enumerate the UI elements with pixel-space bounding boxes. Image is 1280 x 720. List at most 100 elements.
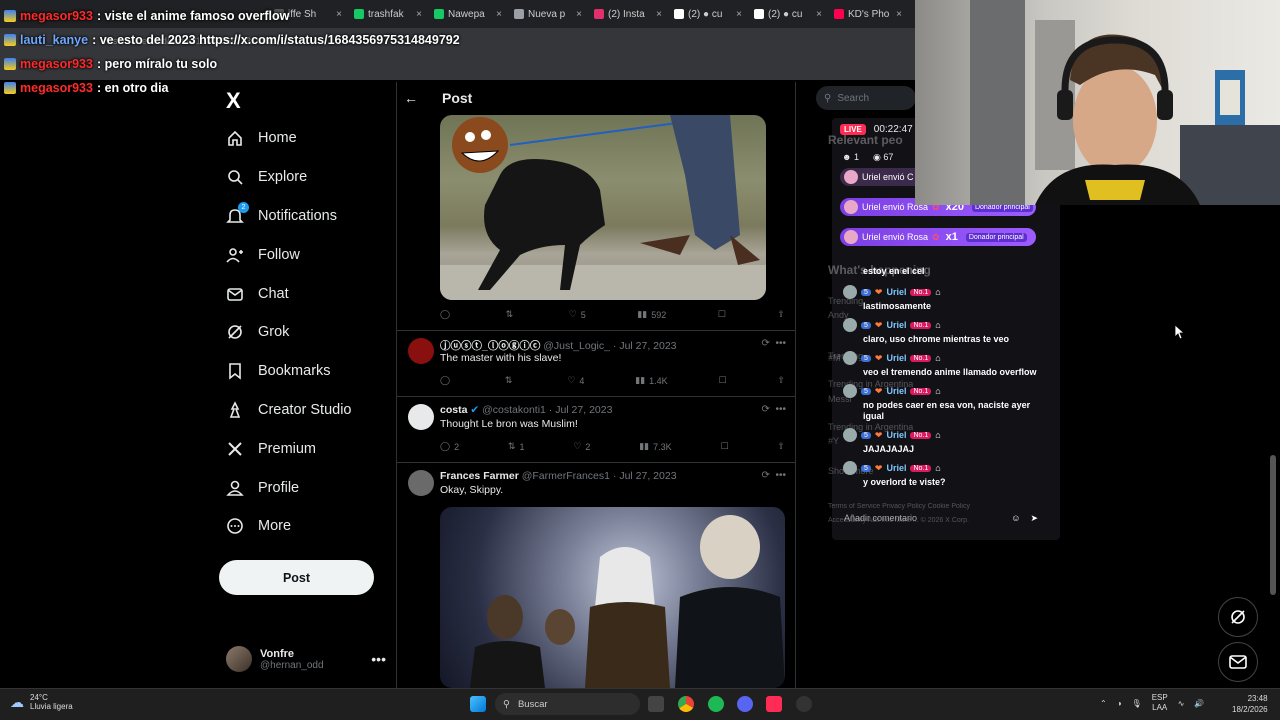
volume-icon[interactable]: 🔊	[1194, 699, 1204, 708]
nav-item-more[interactable]: More	[220, 507, 390, 546]
task-view-icon[interactable]	[648, 696, 664, 712]
tweet-header: costa ✔ @costakonti1 · Jul 27, 2023	[440, 404, 612, 416]
tiktok-icon[interactable]	[766, 696, 782, 712]
emoji-icon[interactable]: ☺	[1011, 513, 1020, 523]
tweet-author[interactable]: costa	[440, 404, 467, 416]
browser-tab[interactable]: KD's Pho ×	[828, 4, 908, 24]
bookmark-icon[interactable]: ☐	[719, 375, 727, 386]
nav-item-premium[interactable]: Premium	[220, 429, 390, 468]
comment-user[interactable]: Uriel	[886, 353, 906, 363]
repost-icon[interactable]: ⇅	[506, 309, 518, 320]
taskbar-search[interactable]: ⚲ Buscar	[495, 693, 640, 715]
add-comment-input[interactable]: Añadir comentario ☺ ➤	[838, 508, 1038, 528]
scrollbar[interactable]	[1270, 455, 1276, 595]
like-icon[interactable]: ♡ 5	[569, 309, 586, 320]
like-icon[interactable]: ♡ 4	[567, 375, 584, 386]
wifi-icon[interactable]: ∿	[1178, 699, 1185, 708]
nav-item-home[interactable]: Home	[220, 119, 390, 158]
avatar[interactable]	[408, 404, 434, 430]
chrome-icon[interactable]	[678, 696, 694, 712]
chevron-up-icon[interactable]: ⌃	[1100, 699, 1107, 708]
tweet-menu[interactable]: ⟳ •••	[762, 338, 786, 349]
nav-item-bookmarks[interactable]: Bookmarks	[220, 352, 390, 391]
views-icon[interactable]: ▮▮ 1.4K	[635, 375, 667, 386]
nav-label: More	[258, 518, 292, 535]
post-image-dog[interactable]	[440, 115, 766, 300]
tweet-handle[interactable]: @FarmerFrances1	[522, 470, 610, 482]
network-icon[interactable]: ◑	[1117, 699, 1122, 708]
nav-item-explore[interactable]: Explore	[220, 158, 390, 197]
share-icon[interactable]: ⇧	[777, 441, 785, 452]
reply-icon[interactable]: ◯ 2	[440, 441, 459, 452]
trend-line[interactable]: #M	[828, 353, 841, 363]
home-icon: ⌂	[935, 386, 941, 396]
comment-user[interactable]: Uriel	[886, 430, 906, 440]
browser-tab[interactable]: (2) ● cu ×	[748, 4, 828, 24]
rank-badge: No.1	[910, 387, 932, 395]
language-indicator[interactable]: ESP LAA	[1152, 693, 1168, 713]
tweet-handle[interactable]: @Just_Logic_	[543, 340, 610, 352]
grok-floating-button[interactable]	[1218, 597, 1258, 637]
nav-item-chat[interactable]: Chat	[220, 274, 390, 313]
x-logo[interactable]: X	[226, 88, 241, 114]
mic-icon[interactable]: 🎙	[1132, 699, 1142, 708]
share-icon[interactable]: ⇧	[777, 309, 785, 320]
views-icon[interactable]: ▮▮ 592	[637, 309, 666, 320]
bookmark-icon[interactable]: ☐	[720, 441, 728, 452]
tweet-date[interactable]: Jul 27, 2023	[619, 340, 676, 352]
reply-icon[interactable]: ◯	[440, 309, 454, 320]
tweet-menu[interactable]: ⟳ •••	[762, 470, 786, 481]
discord-icon[interactable]	[737, 696, 753, 712]
spotify-icon[interactable]	[708, 696, 724, 712]
windows-start-icon[interactable]	[470, 696, 486, 712]
tab-close-icon[interactable]: ×	[656, 9, 662, 20]
home-icon: ⌂	[935, 463, 941, 473]
post-image-meeting[interactable]	[440, 507, 785, 688]
like-icon[interactable]: ♡ 2	[573, 441, 590, 452]
nav-item-follow[interactable]: Follow	[220, 235, 390, 274]
tweet[interactable]: costa ✔ @costakonti1 · Jul 27, 2023 Thoug…	[406, 404, 790, 464]
messages-floating-button[interactable]	[1218, 642, 1258, 682]
post-actions: ◯ ⇅ ♡ 4 ▮▮ 1.4K ☐ ⇧	[440, 375, 785, 386]
repost-icon[interactable]: ⇅	[505, 375, 517, 386]
account-switcher[interactable]: Vonfre @hernan_odd •••	[226, 644, 386, 674]
chat-message: : viste el anime famoso overflow	[96, 9, 290, 23]
nav-item-profile[interactable]: Profile	[220, 468, 390, 507]
tweet-handle[interactable]: @costakonti1	[482, 404, 546, 416]
comment-user[interactable]: Uriel	[886, 287, 906, 297]
tab-close-icon[interactable]: ×	[816, 9, 822, 20]
nav-item-grok[interactable]: Grok	[220, 313, 390, 352]
back-arrow-icon[interactable]: ←	[404, 90, 418, 106]
repost-icon[interactable]: ⇅ 1	[508, 441, 525, 452]
comment-user[interactable]: Uriel	[886, 463, 906, 473]
tab-close-icon[interactable]: ×	[896, 9, 902, 20]
more-dots-icon[interactable]: •••	[371, 651, 386, 667]
tweet-menu[interactable]: ⟳ •••	[762, 404, 786, 415]
comment-user[interactable]: Uriel	[886, 386, 906, 396]
weather-widget[interactable]: ☁ 24°C Lluvia ligera	[10, 693, 73, 711]
app-icon[interactable]	[796, 696, 812, 712]
reply-icon[interactable]: ◯	[440, 375, 454, 386]
tweet-date[interactable]: Jul 27, 2023	[619, 470, 676, 482]
tweet-date[interactable]: Jul 27, 2023	[555, 404, 612, 416]
nav-item-notifications[interactable]: 2 Notifications	[220, 197, 390, 236]
nav-item-creator-studio[interactable]: Creator Studio	[220, 391, 390, 430]
avatar[interactable]	[408, 338, 434, 364]
send-icon[interactable]: ➤	[1030, 513, 1038, 524]
avatar	[226, 646, 252, 672]
tweet-author[interactable]: Frances Farmer	[440, 470, 519, 482]
views-icon[interactable]: ▮▮ 7.3K	[639, 441, 671, 452]
tweet-author[interactable]: ⓙⓤⓢⓣ_ⓛⓞⓖⓘⓒ	[440, 340, 540, 352]
browser-tab[interactable]: (2) ● cu ×	[668, 4, 748, 24]
avatar[interactable]	[408, 470, 434, 496]
share-icon[interactable]: ⇧	[777, 375, 785, 386]
comment-user[interactable]: Uriel	[886, 320, 906, 330]
search-input[interactable]: ⚲ Search	[816, 86, 916, 110]
tweet[interactable]: ⓙⓤⓢⓣ_ⓛⓞⓖⓘⓒ @Just_Logic_ · Jul 27, 2023 Th…	[406, 338, 790, 398]
post-button[interactable]: Post	[219, 560, 374, 595]
bookmark-icon[interactable]: ☐	[718, 309, 726, 320]
tab-close-icon[interactable]: ×	[736, 9, 742, 20]
taskbar-clock[interactable]: 23:48 18/2/2026	[1232, 693, 1268, 715]
trend-line[interactable]: #Y	[828, 436, 839, 446]
gift-notification: Uriel envió Rosa ✿ x1 Donador principal	[840, 228, 1036, 246]
